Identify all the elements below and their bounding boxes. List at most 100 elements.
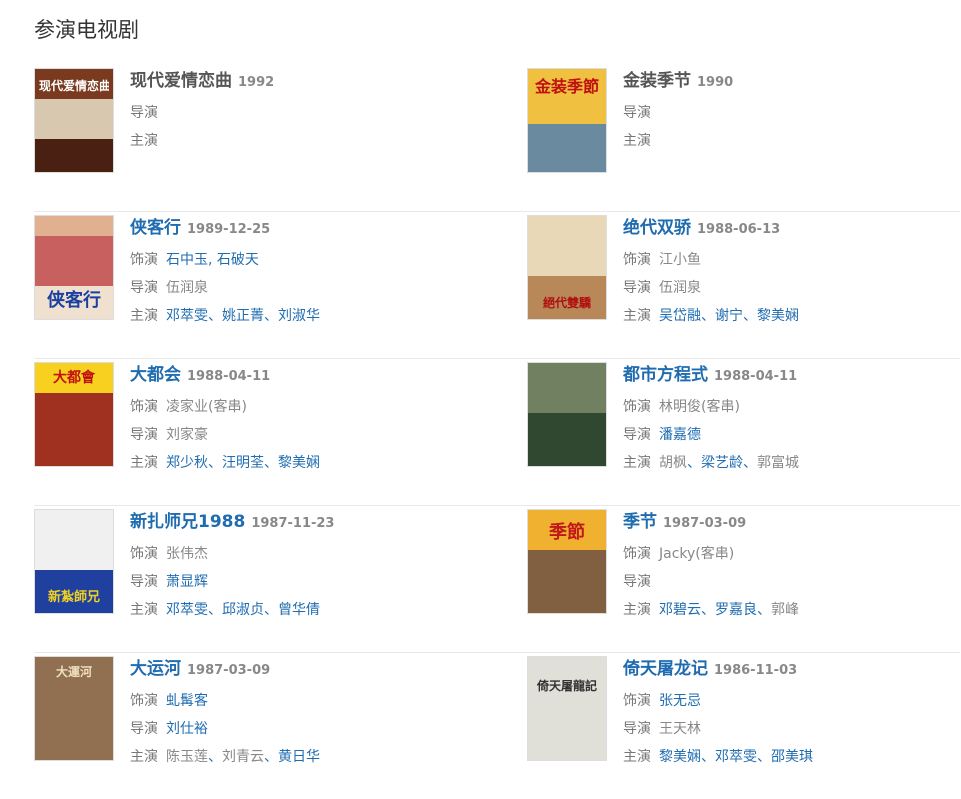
director-line-label: 导演 (623, 427, 651, 443)
show-title[interactable]: 大运河 (130, 659, 181, 679)
cast-name[interactable]: 邓萃雯 (166, 602, 208, 618)
cast-line-label: 主演 (130, 602, 158, 618)
poster-title-text: 大都會 (53, 370, 95, 386)
show-title[interactable]: 新扎师兄1988 (130, 512, 245, 532)
show-row: 大都會 大都会 1988-04-11 饰演 凌家业(客串) 导演 刘家豪主演 郑少秋、汪明荃、… (34, 359, 960, 506)
show-title-line: 新扎师兄1988 1987-11-23 (130, 510, 470, 534)
director-line-label: 导演 (130, 721, 158, 737)
role-line: 饰演 石中玉, 石破天 (130, 246, 470, 274)
role-line-label: 饰演 (130, 693, 158, 709)
show-row: 大運河 大运河 1987-03-09 饰演 虬髯客 导演 刘仕裕 主演 陈玉莲、刘青云、黄日华倚… (34, 653, 960, 799)
show-title-line: 大运河 1987-03-09 (130, 657, 470, 681)
role-name: 张伟杰 (166, 546, 208, 562)
cast-line-label: 主演 (130, 455, 158, 471)
show-poster[interactable]: 现代爱情恋曲 (34, 68, 114, 173)
cast-line-label: 主演 (623, 602, 651, 618)
show-item: 倚天屠龍記 倚天屠龙记 1986-11-03 饰演 张无忌 导演 王天林 主演 黎美娴、邓萃雯、… (527, 653, 957, 793)
role-name[interactable]: 虬髯客 (166, 693, 208, 709)
show-info: 都市方程式 1988-04-11 饰演 林明俊(客串) 导演 潘嘉德 主演 胡枫、梁艺龄、郭富… (623, 363, 961, 477)
show-year: 1992 (238, 75, 275, 90)
director-line: 导演 潘嘉德 (623, 421, 961, 449)
show-year: 1988-04-11 (187, 369, 271, 384)
cast-name[interactable]: 姚正菁 (222, 308, 264, 324)
director-line: 导演 刘家豪 (130, 421, 470, 449)
show-poster[interactable]: 季節 (527, 509, 607, 614)
show-year: 1987-03-09 (187, 663, 271, 678)
cast-name[interactable]: 邓萃雯 (166, 308, 208, 324)
director-line-label: 导演 (623, 574, 651, 590)
show-poster[interactable]: 大都會 (34, 362, 114, 467)
show-title[interactable]: 季节 (623, 512, 657, 532)
cast-line: 主演 (130, 127, 470, 155)
cast-name[interactable]: 邵美琪 (771, 749, 813, 765)
role-name: 凌家业(客串) (166, 399, 247, 415)
show-year: 1987-11-23 (251, 516, 335, 531)
show-poster[interactable]: 絕代雙驕 (527, 215, 607, 320)
cast-line: 主演 邓萃雯、邱淑贞、曾华倩 (130, 602, 320, 618)
show-year: 1990 (697, 75, 734, 90)
show-title[interactable]: 倚天屠龙记 (623, 659, 708, 679)
cast-name[interactable]: 邱淑贞 (222, 602, 264, 618)
show-info: 季节 1987-03-09 饰演 Jacky(客串) 导演 主演 邓碧云、罗嘉良、郭峰 (623, 510, 961, 624)
show-title-line: 季节 1987-03-09 (623, 510, 961, 534)
cast-line: 主演 黎美娴、邓萃雯、邵美琪 (623, 749, 813, 765)
show-poster[interactable]: 倚天屠龍記 (527, 656, 607, 761)
show-title[interactable]: 绝代双骄 (623, 218, 691, 238)
tv-show-grid: 现代爱情恋曲 现代爱情恋曲 1992 导演 主演 金装季節 金装季节 1990 导演 主演 侠客行侠… (34, 65, 960, 799)
role-line-label: 饰演 (130, 252, 158, 268)
role-name[interactable]: 石中玉, 石破天 (166, 252, 259, 268)
cast-name[interactable]: 汪明荃 (222, 455, 264, 471)
cast-name[interactable]: 黎美娴 (659, 749, 701, 765)
role-name: Jacky(客串) (659, 546, 735, 562)
role-name[interactable]: 张无忌 (659, 693, 701, 709)
poster-title-text: 大運河 (55, 665, 92, 679)
cast-line: 主演 吴岱融、谢宁、黎美娴 (623, 308, 799, 324)
page: 参演电视剧 现代爱情恋曲 现代爱情恋曲 1992 导演 主演 金装季節 金装季节 1990 导演… (0, 0, 961, 775)
poster-title-text: 金装季節 (534, 77, 599, 96)
cast-name[interactable]: 黄日华 (278, 749, 320, 765)
show-year: 1989-12-25 (187, 222, 271, 237)
cast-name: 郭富城 (757, 455, 799, 471)
show-poster[interactable]: 金装季節 (527, 68, 607, 173)
show-poster[interactable]: 新紮師兄 (34, 509, 114, 614)
role-line: 饰演 凌家业(客串) (130, 393, 470, 421)
director-name[interactable]: 萧显辉 (166, 574, 208, 590)
show-info: 新扎师兄1988 1987-11-23 饰演 张伟杰 导演 萧显辉 主演 邓萃雯、邱淑贞、曾华… (130, 510, 470, 624)
director-line: 导演 (130, 99, 470, 127)
director-line: 导演 伍润泉 (130, 274, 470, 302)
cast-name[interactable]: 邓碧云 (659, 602, 701, 618)
cast-name[interactable]: 郑少秋 (166, 455, 208, 471)
show-title[interactable]: 侠客行 (130, 218, 181, 238)
role-name: 江小鱼 (659, 252, 701, 268)
show-title[interactable]: 大都会 (130, 365, 181, 385)
poster-title-text: 新紮師兄 (47, 590, 100, 605)
director-name[interactable]: 潘嘉德 (659, 427, 701, 443)
cast-name[interactable]: 罗嘉良 (715, 602, 757, 618)
director-name[interactable]: 刘仕裕 (166, 721, 208, 737)
show-title[interactable]: 都市方程式 (623, 365, 708, 385)
cast-name[interactable]: 谢宁 (715, 308, 743, 324)
show-item: 季節 季节 1987-03-09 饰演 Jacky(客串) 导演 主演 邓碧云、罗嘉良、郭峰 (527, 506, 957, 646)
cast-line-label: 主演 (130, 308, 158, 324)
cast-name[interactable]: 刘淑华 (278, 308, 320, 324)
cast-name[interactable]: 吴岱融 (659, 308, 701, 324)
cast-line-label: 主演 (130, 749, 158, 765)
cast-line: 主演 郑少秋、汪明荃、黎美娴 (130, 455, 320, 471)
cast-name[interactable]: 黎美娴 (278, 455, 320, 471)
role-line: 饰演 林明俊(客串) (623, 393, 961, 421)
show-row: 侠客行 侠客行 1989-12-25 饰演 石中玉, 石破天 导演 伍润泉 主演 邓萃雯、姚正菁… (34, 212, 960, 359)
section-title: 参演电视剧 (34, 18, 139, 42)
cast-name[interactable]: 曾华倩 (278, 602, 320, 618)
show-item: 大都會 大都会 1988-04-11 饰演 凌家业(客串) 导演 刘家豪 主演 郑少秋、汪明荃、… (34, 359, 464, 499)
show-poster[interactable]: 侠客行 (34, 215, 114, 320)
role-line: 饰演 张无忌 (623, 687, 961, 715)
cast-name[interactable]: 黎美娴 (757, 308, 799, 324)
show-item: 金装季節 金装季节 1990 导演 主演 (527, 65, 957, 205)
show-title-line: 现代爱情恋曲 1992 (130, 69, 470, 93)
show-title: 现代爱情恋曲 (130, 71, 232, 91)
cast-line: 主演 胡枫、梁艺龄、郭富城 (623, 455, 799, 471)
show-poster[interactable]: 大運河 (34, 656, 114, 761)
cast-name[interactable]: 梁艺龄 (701, 455, 743, 471)
cast-name[interactable]: 邓萃雯 (715, 749, 757, 765)
show-poster[interactable] (527, 362, 607, 467)
